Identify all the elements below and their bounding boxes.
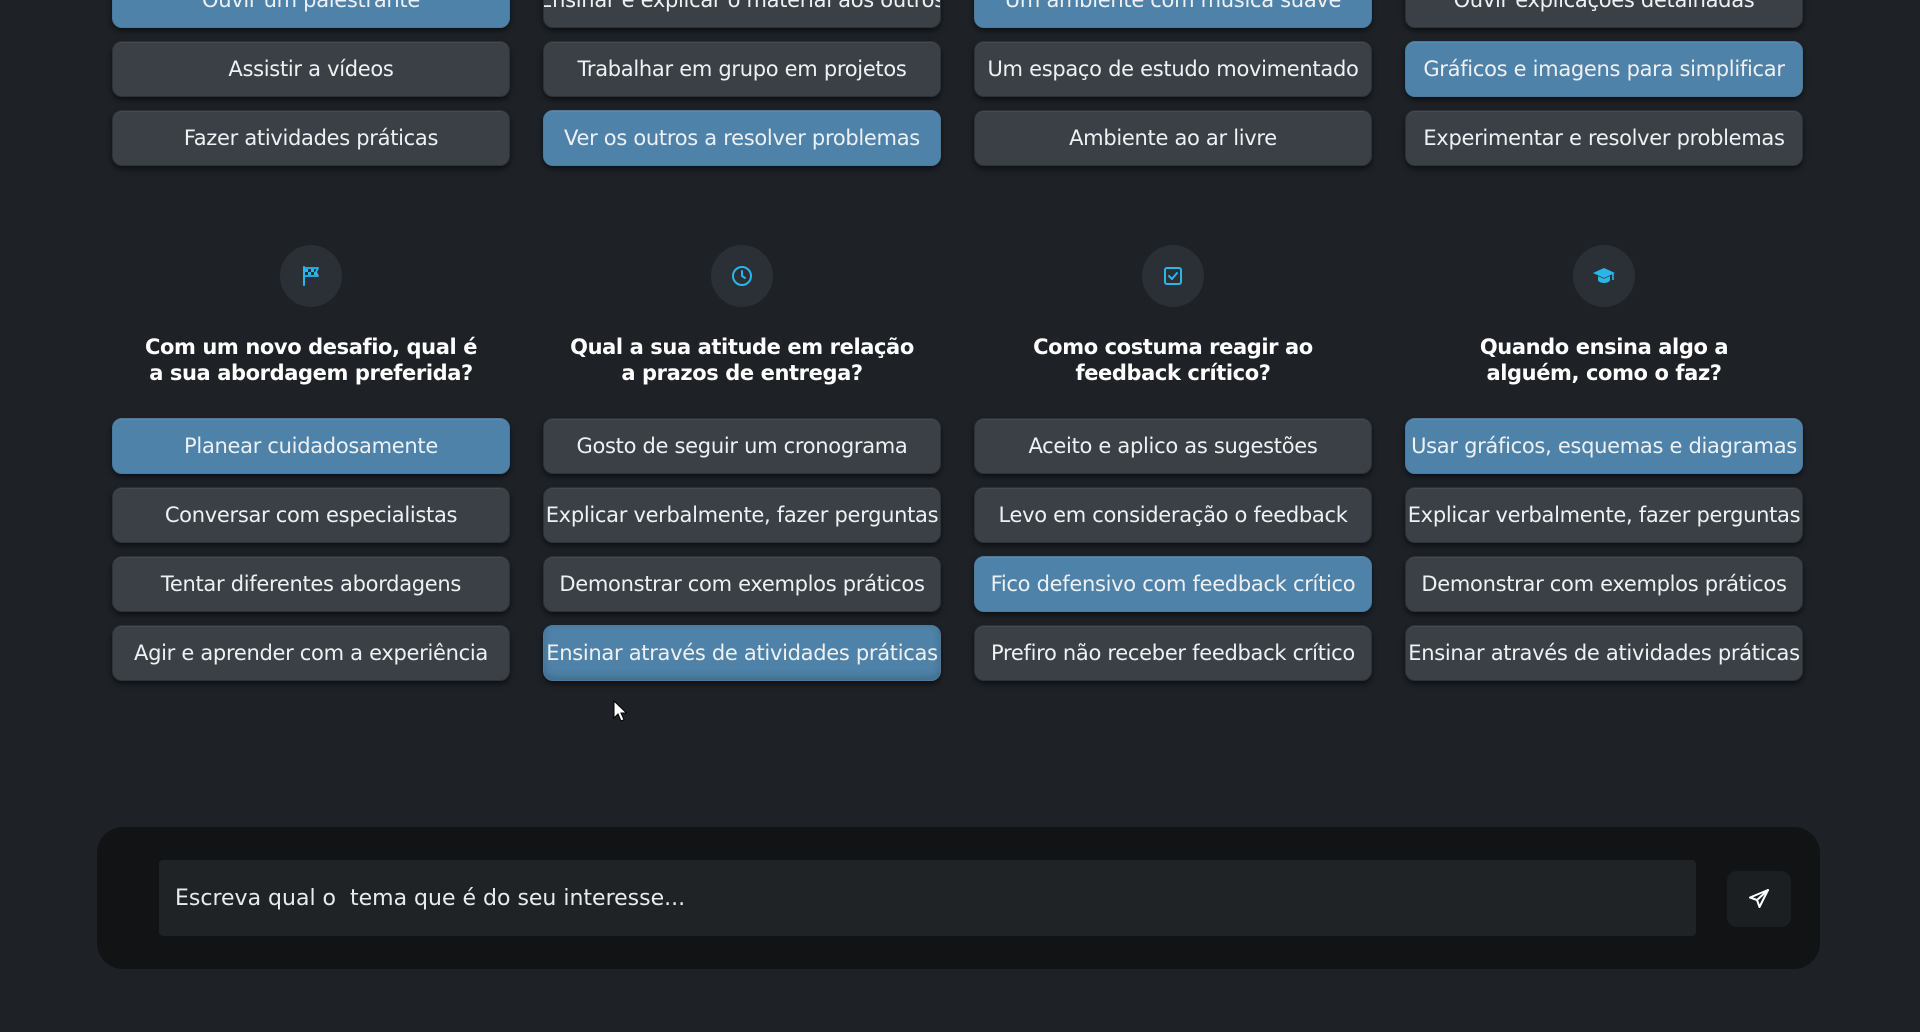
question-icon-badge: [1142, 245, 1204, 307]
option-button[interactable]: Trabalhar em grupo em projetos: [543, 41, 941, 97]
question-icon-badge: [280, 245, 342, 307]
chat-bar: [97, 827, 1820, 969]
option-button[interactable]: Demonstrar com exemplos práticos: [1405, 556, 1803, 612]
option-button[interactable]: Aceito e aplico as sugestões: [974, 418, 1372, 474]
question-title: Como costuma reagir ao feedback crítico?: [1033, 335, 1313, 385]
question-title: Quando ensina algo a alguém, como o faz?: [1479, 335, 1729, 385]
option-button[interactable]: Ensinar através de atividades práticas: [1405, 625, 1803, 681]
clock-icon: [732, 266, 752, 286]
option-button[interactable]: Ver os outros a resolver problemas: [543, 110, 941, 166]
option-button[interactable]: Fazer atividades práticas: [112, 110, 510, 166]
mouse-cursor-icon: [613, 700, 627, 722]
page: Ouvir um palestrante Ensinar e explicar …: [0, 0, 1920, 1032]
option-button[interactable]: Explicar verbalmente, fazer perguntas: [1405, 487, 1803, 543]
flag-checkered-icon: [303, 266, 319, 286]
option-button[interactable]: Um espaço de estudo movimentado: [974, 41, 1372, 97]
question-title: Com um novo desafio, qual é a sua aborda…: [144, 335, 478, 385]
option-button[interactable]: Prefiro não receber feedback crítico: [974, 625, 1372, 681]
question-icon-badge: [711, 245, 773, 307]
topic-input[interactable]: [159, 860, 1696, 936]
option-button[interactable]: Ouvir um palestrante: [112, 0, 510, 28]
option-button[interactable]: Gosto de seguir um cronograma: [543, 418, 941, 474]
option-button[interactable]: Usar gráficos, esquemas e diagramas: [1405, 418, 1803, 474]
option-button[interactable]: Fico defensivo com feedback crítico: [974, 556, 1372, 612]
send-icon: [1749, 889, 1769, 908]
option-button[interactable]: Assistir a vídeos: [112, 41, 510, 97]
question-title: Qual a sua atitude em relação a prazos d…: [570, 335, 914, 385]
checkbox-icon: [1164, 267, 1182, 285]
option-button[interactable]: Planear cuidadosamente: [112, 418, 510, 474]
option-button[interactable]: Agir e aprender com a experiência: [112, 625, 510, 681]
option-button[interactable]: Gráficos e imagens para simplificar: [1405, 41, 1803, 97]
option-button[interactable]: Ensinar através de atividades práticas: [543, 625, 941, 681]
option-button[interactable]: Ouvir explicações detalhadas: [1405, 0, 1803, 28]
question-icon-badge: [1573, 245, 1635, 307]
option-button[interactable]: Levo em consideração o feedback: [974, 487, 1372, 543]
option-button[interactable]: Um ambiente com música suave: [974, 0, 1372, 28]
option-button[interactable]: Experimentar e resolver problemas: [1405, 110, 1803, 166]
option-button[interactable]: Ensinar e explicar o material aos outros: [543, 0, 941, 28]
option-button[interactable]: Demonstrar com exemplos práticos: [543, 556, 941, 612]
option-button[interactable]: Ambiente ao ar livre: [974, 110, 1372, 166]
send-button[interactable]: [1727, 871, 1791, 927]
option-button[interactable]: Explicar verbalmente, fazer perguntas: [543, 487, 941, 543]
option-button[interactable]: Tentar diferentes abordagens: [112, 556, 510, 612]
option-button[interactable]: Conversar com especialistas: [112, 487, 510, 543]
graduation-cap-icon: [1593, 268, 1615, 283]
